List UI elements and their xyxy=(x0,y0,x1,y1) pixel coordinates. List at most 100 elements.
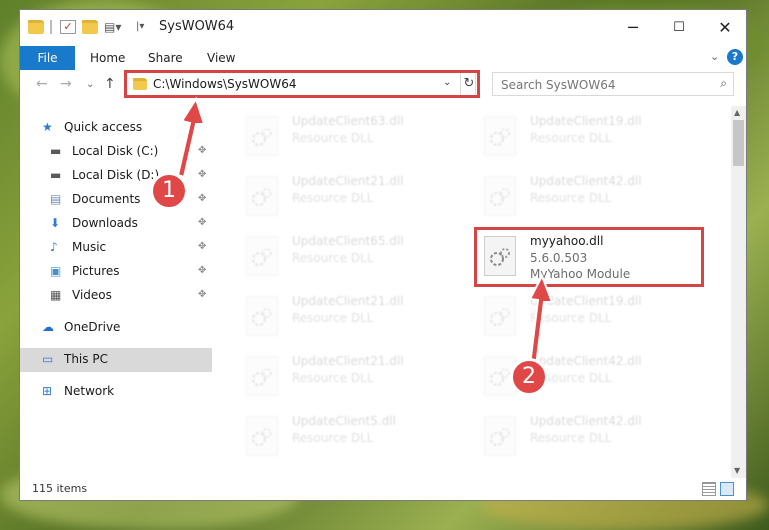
sidebar-item-label: Documents xyxy=(72,192,141,206)
tab-share[interactable]: Share xyxy=(148,46,183,70)
pin-icon[interactable]: ✥ xyxy=(198,169,206,180)
sidebar-item[interactable]: ▬ Local Disk (C:) ✥ xyxy=(20,140,212,164)
sidebar-item-label: Pictures xyxy=(72,264,120,278)
file-description: Resource DLL xyxy=(292,191,374,205)
star-icon: ★ xyxy=(42,120,53,134)
file-name: UpdateClient21.dll xyxy=(292,354,404,368)
file-description: Resource DLL xyxy=(530,431,612,445)
file-description: Resource DLL xyxy=(530,191,612,205)
video-icon: ▦ xyxy=(50,288,62,302)
file-name: UpdateClient65.dll xyxy=(292,234,404,248)
callout-1: 1 xyxy=(150,172,188,210)
music-icon: ♪ xyxy=(50,240,58,254)
dll-file-icon xyxy=(484,296,516,336)
title-bar: ✓ ▤▾ |▾ SysWOW64 ─ ☐ ✕ xyxy=(20,10,746,46)
tab-file[interactable]: File xyxy=(20,46,75,70)
recent-locations-button[interactable]: ⌄ xyxy=(86,79,94,90)
sidebar-item-label: This PC xyxy=(64,352,108,366)
scroll-up-icon[interactable]: ▲ xyxy=(734,108,740,117)
download-icon: ⬇ xyxy=(50,216,61,230)
sidebar-item[interactable]: ☁ OneDrive xyxy=(20,316,212,340)
search-box[interactable]: ⌕ xyxy=(492,72,734,96)
file-item[interactable]: UpdateClient21.dll Resource DLL xyxy=(246,174,466,224)
pin-icon[interactable]: ✥ xyxy=(198,145,206,156)
sidebar-item[interactable]: ⊞ Network xyxy=(20,380,212,404)
network-icon: ⊞ xyxy=(42,384,53,398)
sidebar-item[interactable]: ▦ Videos ✥ xyxy=(20,284,212,308)
dll-file-icon xyxy=(484,176,516,216)
file-item[interactable]: UpdateClient5.dll Resource DLL xyxy=(246,414,466,464)
file-description: Resource DLL xyxy=(292,311,374,325)
sidebar-item[interactable]: ♪ Music ✥ xyxy=(20,236,212,260)
navigation-pane: ★ Quick access ▬ Local Disk (C:) ✥ ▬ Local Dis… xyxy=(20,106,212,478)
file-item[interactable]: UpdateClient21.dll Resource DLL xyxy=(246,354,466,404)
sidebar-item[interactable]: ▣ Pictures ✥ xyxy=(20,260,212,284)
pin-icon[interactable]: ✥ xyxy=(198,265,206,276)
file-item[interactable]: UpdateClient63.dll Resource DLL xyxy=(246,114,466,164)
new-folder-icon[interactable] xyxy=(82,20,98,34)
file-item[interactable]: UpdateClient19.dll Resource DLL xyxy=(484,114,704,164)
close-button[interactable]: ✕ xyxy=(702,10,746,46)
file-name: UpdateClient42.dll xyxy=(530,354,642,368)
dll-file-icon xyxy=(484,116,516,156)
dll-file-icon xyxy=(484,416,516,456)
customize-quick-access-icon[interactable]: ▤▾ xyxy=(104,20,121,34)
sidebar-item-label: Local Disk (D:) xyxy=(72,168,160,182)
pin-icon[interactable]: ✥ xyxy=(198,289,206,300)
ribbon-collapse-icon[interactable]: ⌄ xyxy=(710,50,719,63)
tab-home[interactable]: Home xyxy=(90,46,125,70)
pin-icon[interactable]: ✥ xyxy=(198,193,206,204)
vertical-scrollbar[interactable]: ▲ ▼ xyxy=(731,106,746,478)
item-count: 115 items xyxy=(32,482,88,495)
sidebar-item-label: Videos xyxy=(72,288,112,302)
sidebar-item[interactable]: ⬇ Downloads ✥ xyxy=(20,212,212,236)
file-item[interactable]: UpdateClient19.dll Resource DLL xyxy=(484,294,704,344)
file-name: UpdateClient42.dll xyxy=(530,414,642,428)
pin-icon[interactable]: ✥ xyxy=(198,241,206,252)
file-description: Resource DLL xyxy=(292,131,374,145)
file-name: UpdateClient63.dll xyxy=(292,114,404,128)
file-name: UpdateClient5.dll xyxy=(292,414,396,428)
file-item[interactable]: UpdateClient42.dll Resource DLL xyxy=(484,414,704,464)
file-name: UpdateClient21.dll xyxy=(292,174,404,188)
quick-access-dropdown-icon[interactable]: |▾ xyxy=(136,20,152,34)
search-input[interactable] xyxy=(499,74,703,96)
sidebar-item[interactable]: ★ Quick access xyxy=(20,116,212,140)
address-highlight-box xyxy=(124,70,480,98)
help-icon[interactable]: ? xyxy=(727,49,743,65)
file-item[interactable]: UpdateClient42.dll Resource DLL xyxy=(484,174,704,224)
properties-icon[interactable]: ✓ xyxy=(60,20,76,34)
file-item[interactable]: UpdateClient21.dll Resource DLL xyxy=(246,294,466,344)
separator xyxy=(50,20,52,34)
file-list: UpdateClient63.dll Resource DLL UpdateClie… xyxy=(230,106,730,476)
sidebar-item-label: Local Disk (C:) xyxy=(72,144,159,158)
back-button[interactable]: ← xyxy=(36,76,48,92)
minimize-button[interactable]: ─ xyxy=(610,10,656,46)
forward-button[interactable]: → xyxy=(60,76,72,92)
ribbon: File Home Share View ⌄ ? xyxy=(20,46,746,70)
large-icons-view-icon[interactable] xyxy=(720,482,734,496)
scroll-thumb[interactable] xyxy=(733,120,744,166)
file-name: UpdateClient42.dll xyxy=(530,174,642,188)
search-icon[interactable]: ⌕ xyxy=(720,76,727,91)
up-button[interactable]: ↑ xyxy=(104,76,116,92)
tab-view[interactable]: View xyxy=(207,46,235,70)
file-description: Resource DLL xyxy=(292,371,374,385)
dll-file-icon xyxy=(246,176,278,216)
file-name: UpdateClient19.dll xyxy=(530,294,642,308)
sidebar-item-label: Music xyxy=(72,240,107,254)
callout-2: 2 xyxy=(510,358,548,396)
sidebar-item-label: Network xyxy=(64,384,115,398)
file-description: Resource DLL xyxy=(292,251,374,265)
status-bar: 115 items xyxy=(20,478,746,500)
maximize-button[interactable]: ☐ xyxy=(656,10,702,46)
file-description: Resource DLL xyxy=(530,311,612,325)
file-item[interactable]: UpdateClient65.dll Resource DLL xyxy=(246,234,466,284)
pin-icon[interactable]: ✥ xyxy=(198,217,206,228)
computer-icon: ▭ xyxy=(42,352,54,366)
sidebar-item-label: Downloads xyxy=(72,216,138,230)
details-view-icon[interactable] xyxy=(702,482,716,496)
scroll-down-icon[interactable]: ▼ xyxy=(734,466,740,475)
sidebar-item[interactable]: ▭ This PC xyxy=(20,348,212,372)
dll-file-icon xyxy=(246,296,278,336)
